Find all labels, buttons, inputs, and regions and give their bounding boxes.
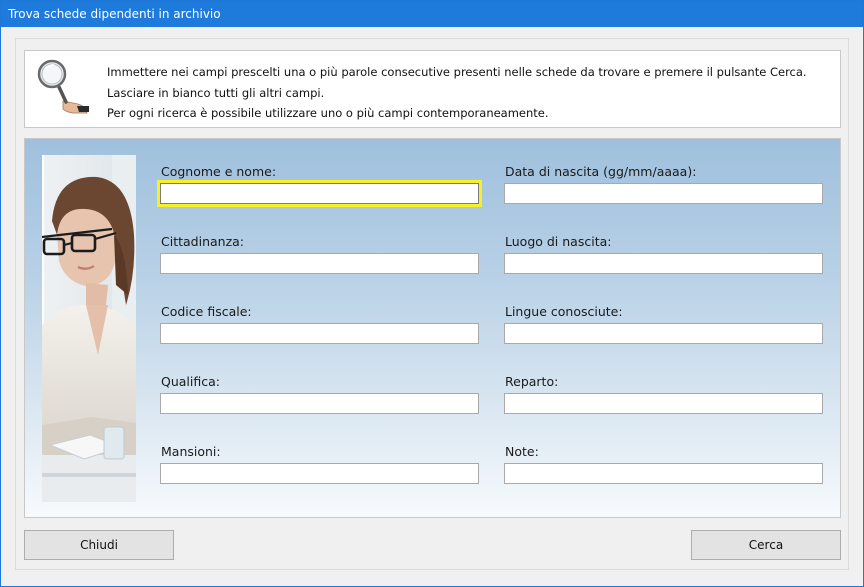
magnifier-in-hand-icon (33, 57, 95, 119)
label-reparto: Reparto: (505, 374, 559, 389)
label-cognome-nome: Cognome e nome: (161, 164, 277, 179)
instructions-panel: Immettere nei campi prescelti una o più … (24, 50, 841, 128)
close-button[interactable]: Chiudi (24, 530, 174, 560)
codice-fiscale-input[interactable] (160, 323, 479, 344)
label-luogo-nascita: Luogo di nascita: (505, 234, 612, 249)
employee-photo (42, 155, 136, 502)
note-input[interactable] (504, 463, 823, 484)
lingue-conosciute-input[interactable] (504, 323, 823, 344)
instruction-line-1: Immettere nei campi prescelti una o più … (107, 65, 807, 79)
qualifica-input[interactable] (160, 393, 479, 414)
label-mansioni: Mansioni: (161, 444, 221, 459)
instruction-line-3: Per ogni ricerca è possibile utilizzare … (107, 106, 549, 120)
label-qualifica: Qualifica: (161, 374, 220, 389)
dialog-window: Trova schede dipendenti in archivio Imme… (0, 0, 864, 587)
label-note: Note: (505, 444, 539, 459)
data-nascita-input[interactable] (504, 183, 823, 204)
window-title: Trova schede dipendenti in archivio (8, 7, 221, 21)
mansioni-input[interactable] (160, 463, 479, 484)
reparto-input[interactable] (504, 393, 823, 414)
label-lingue-conosciute: Lingue conosciute: (505, 304, 623, 319)
label-cittadinanza: Cittadinanza: (161, 234, 245, 249)
label-codice-fiscale: Codice fiscale: (161, 304, 252, 319)
luogo-nascita-input[interactable] (504, 253, 823, 274)
search-button[interactable]: Cerca (691, 530, 841, 560)
cognome-nome-input[interactable] (160, 183, 479, 204)
cittadinanza-input[interactable] (160, 253, 479, 274)
title-bar[interactable]: Trova schede dipendenti in archivio (1, 1, 863, 27)
label-data-nascita: Data di nascita (gg/mm/aaaa): (505, 164, 697, 179)
instruction-line-2: Lasciare in bianco tutti gli altri campi… (107, 85, 325, 100)
